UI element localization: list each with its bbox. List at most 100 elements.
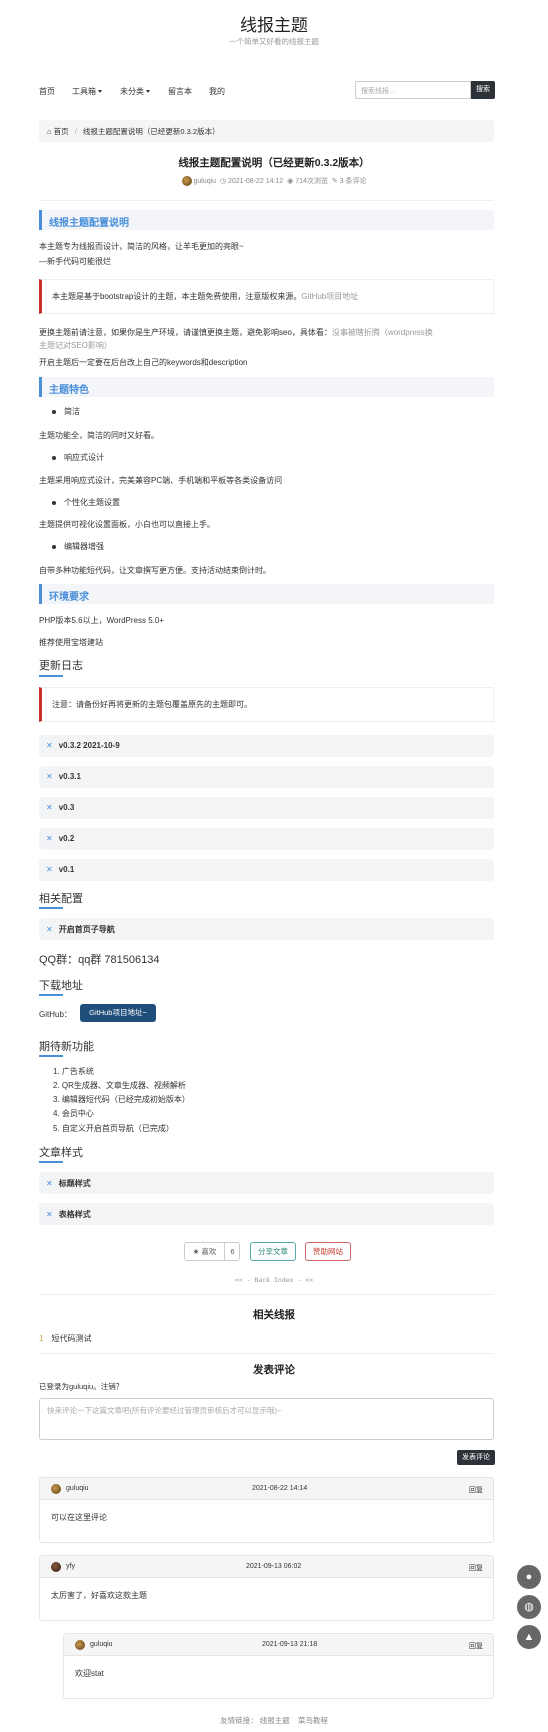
reply-link[interactable]: 回复 (469, 1485, 483, 1495)
accordion-item[interactable]: ✕ v0.3.1 (39, 766, 494, 788)
wechat-float-button[interactable]: ◍ (517, 1595, 541, 1619)
comment-author[interactable]: guluqiu (90, 1641, 113, 1648)
donate-button[interactable]: 赞助网站 (305, 1242, 351, 1261)
site-title[interactable]: 线报主题 (0, 11, 548, 36)
related-item[interactable]: 1 短代码测试 (39, 1333, 91, 1344)
bullet-icon (52, 455, 56, 460)
accordion-item[interactable]: ✕ v0.3 (39, 797, 494, 819)
divider (39, 200, 494, 201)
post-meta: guluqiu ◷ 2021-08-22 14:12 ◉ 714次浏览 ✎ 3 … (0, 176, 548, 187)
seo-link[interactable]: 没事被瞎折腾（wordpress换 (332, 328, 433, 337)
comment-textarea[interactable]: 快来评论一下这篇文章吧(所有评论要经过管理员审核后才可以显示哦)~ (39, 1398, 494, 1440)
bullet-icon (52, 544, 56, 549)
breadcrumb-home[interactable]: 首页 (54, 127, 69, 136)
avatar (75, 1640, 85, 1650)
notice-quote: 本主题是基于bootstrap设计的主题，本主题免费使用，注意版权来源。GitH… (39, 279, 494, 314)
accordion-item[interactable]: ✕ 表格样式 (39, 1203, 494, 1225)
wechat-icon: ◍ (524, 1601, 534, 1613)
notice-quote: 注意：请备份好再将更新的主题包覆盖原先的主题即可。 (39, 687, 494, 722)
search-button[interactable]: 搜索 (471, 81, 495, 99)
paragraph: 推荐使用宝塔建站 (39, 638, 103, 647)
list-item-label: 简洁 (64, 407, 80, 416)
back-to-top-button[interactable]: ▲ (517, 1625, 541, 1649)
list-item: 简洁 (52, 406, 80, 417)
reply-link[interactable]: 回复 (469, 1563, 483, 1573)
search-input[interactable]: 搜索线报... (355, 81, 471, 99)
accordion-item[interactable]: ✕ 标题样式 (39, 1172, 494, 1194)
list-item: 3. 编辑器短代码（已经完成初始版本） (53, 1095, 190, 1104)
comment-card: guluqiu 2021-08-22 14:14 回复 可以在这里评论 (39, 1477, 494, 1543)
github-button[interactable]: GitHub项目地址~ (80, 1004, 156, 1022)
post-comments[interactable]: 3 条评论 (340, 178, 367, 185)
comment-text: 可以在这里评论 (51, 1513, 107, 1522)
footer-label: 友情链接： (220, 1716, 258, 1725)
github-label: GitHub： (39, 1010, 72, 1019)
nav-item-tools-label: 工具箱 (72, 87, 96, 96)
accordion-item[interactable]: ✕ v0.2 (39, 828, 494, 850)
heading-changelog: 更新日志 (39, 660, 83, 672)
accordion-label: 表格样式 (58, 1210, 91, 1219)
related-title: 相关线报 (253, 1309, 295, 1321)
submit-comment-button[interactable]: 发表评论 (457, 1450, 495, 1465)
accordion-label: v0.3.1 (58, 772, 81, 781)
comment-form-title: 发表评论 (253, 1364, 295, 1376)
heading-underline (39, 675, 63, 677)
footer-links: 友情链接： 线报主题 菜鸟教程 (0, 1715, 548, 1726)
post-author[interactable]: guluqiu (193, 178, 216, 185)
nav-item-tools[interactable]: 工具箱 (72, 86, 102, 97)
heading-environment: 环境要求 (39, 584, 494, 604)
paragraph: 主题功能全，简洁的同时又好看。 (39, 431, 159, 440)
qq-group: QQ群：qq群 781506134 (39, 954, 160, 966)
paragraph-text: 更换主题前请注意，如果你是生产环境，请谨慎更换主题，避免影响seo，具体看： (39, 328, 332, 337)
logged-in-notice[interactable]: 已登录为guluqiu。注销？ (39, 1381, 123, 1392)
list-item: 响应式设计 (52, 452, 104, 463)
github-link[interactable]: GitHub项目地址 (301, 292, 358, 301)
comment-icon: ✎ (331, 178, 338, 185)
bullet-icon (52, 409, 56, 414)
comment-text: 太厉害了，好喜欢这款主题 (51, 1591, 147, 1600)
paragraph: 主题采用响应式设计，完美兼容PC端、手机端和平板等各类设备访问 (39, 476, 283, 485)
back-index-link[interactable]: << - Back Index - >> (0, 1276, 548, 1284)
comment-card-reply: guluqiu 2021-09-13 21:18 回复 欢迎stat (63, 1633, 494, 1699)
paragraph: 自带多种功能短代码，让文章撰写更方便。支持活动结束倒计时。 (39, 566, 271, 575)
paragraph: PHP版本5.6以上，WordPress 5.0+ (39, 616, 165, 625)
avatar (51, 1562, 61, 1572)
nav-item-home[interactable]: 首页 (39, 86, 55, 97)
comment-author[interactable]: yfy (66, 1563, 75, 1570)
accordion-label: 标题样式 (58, 1179, 91, 1188)
clock-icon: ◷ (219, 178, 227, 185)
reply-link[interactable]: 回复 (469, 1641, 483, 1651)
accordion-item[interactable]: ✕ 开启首页子导航 (39, 918, 494, 940)
qq-float-button[interactable]: ● (517, 1565, 541, 1589)
breadcrumb: ⌂ 首页 / 线报主题配置说明（已经更新0.3.2版本） (39, 120, 494, 142)
nav-item-uncategorized-label: 未分类 (120, 87, 144, 96)
share-button[interactable]: 分享文章 (250, 1242, 296, 1261)
close-icon: ✕ (46, 834, 53, 843)
like-button[interactable]: ★ 喜欢 6 (184, 1242, 240, 1261)
comment-author[interactable]: guluqiu (66, 1485, 89, 1492)
footer-link[interactable]: 菜鸟教程 (298, 1716, 328, 1725)
heading-download: 下载地址 (39, 980, 83, 992)
close-icon: ✕ (46, 803, 53, 812)
list-item: 5. 自定义开启首页导航（已完成） (53, 1124, 174, 1133)
post-title: 线报主题配置说明（已经更新0.3.2版本） (178, 157, 370, 169)
post-date: 2021-08-22 14:12 (228, 178, 284, 185)
paragraph: 本主题专为线报而设计，简洁的风格，让羊毛更加的亮眼~ (39, 242, 244, 251)
site-subtitle: 一个简单又好看的线报主题 (229, 37, 319, 46)
nav-item-uncategorized[interactable]: 未分类 (120, 86, 150, 97)
comment-date: 2021-09-13 21:18 (262, 1641, 318, 1648)
heading-related-config: 相关配置 (39, 893, 83, 905)
accordion-item[interactable]: ✕ v0.3.2 2021-10-9 (39, 735, 494, 757)
close-icon: ✕ (46, 741, 53, 750)
list-item: 个性化主题设置 (52, 497, 120, 508)
accordion-label: 开启首页子导航 (58, 925, 115, 934)
comment-date: 2021-09-13 06:02 (246, 1563, 302, 1570)
accordion-item[interactable]: ✕ v0.1 (39, 859, 494, 881)
paragraph: 开启主题后一定要在后台改上自己的keywords和description (39, 358, 248, 367)
close-icon: ✕ (46, 1179, 53, 1188)
nav-item-mine[interactable]: 我的 (209, 86, 225, 97)
nav-item-guestbook[interactable]: 留言本 (168, 86, 192, 97)
footer-link[interactable]: 线报主题 (260, 1716, 290, 1725)
seo-link-continued[interactable]: 主题记对SEO影响） (39, 341, 112, 350)
like-label-wrap: ★ 喜欢 (185, 1243, 225, 1260)
